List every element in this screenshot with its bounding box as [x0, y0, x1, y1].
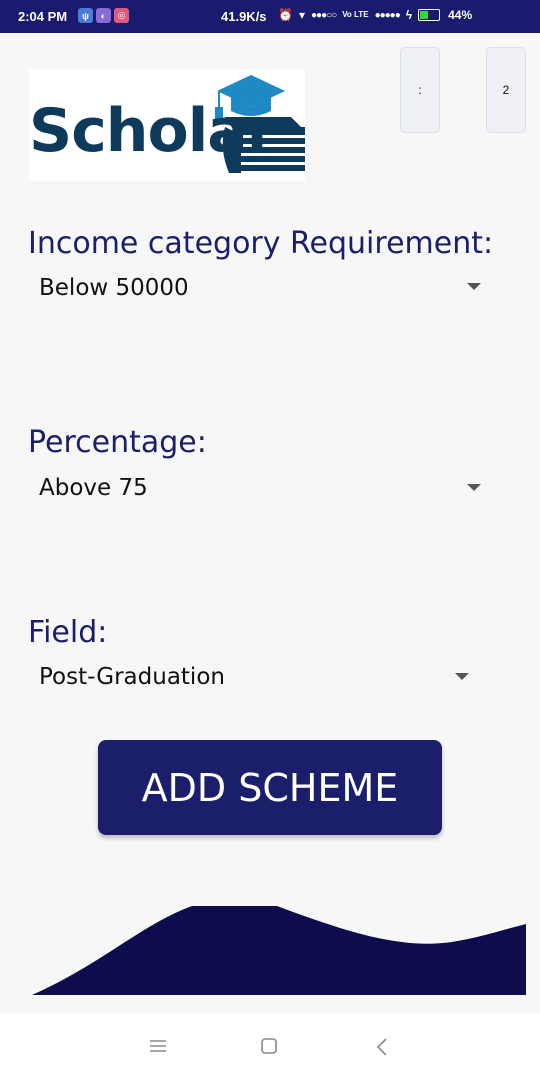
income-dropdown-chevron-down-icon[interactable]: [467, 283, 481, 290]
home-square-icon[interactable]: [261, 1038, 277, 1059]
charging-icon: ϟ: [405, 8, 413, 22]
percentage-value: Above 75: [39, 475, 148, 501]
status-right-icons: ⏰ ▾ ●●●○○ Vo LTE ●●●●● ϟ 44%: [278, 8, 472, 22]
system-navigation-bar: [0, 1014, 540, 1080]
field-dropdown-chevron-down-icon[interactable]: [455, 673, 469, 680]
percentage-dropdown-chevron-down-icon[interactable]: [467, 484, 481, 491]
signal-strength-icon: ●●●○○: [310, 9, 337, 21]
menu-icon[interactable]: [150, 1038, 166, 1059]
notification-camera-icon: ◎: [114, 8, 129, 23]
income-category-value: Below 50000: [39, 275, 189, 301]
income-category-dropdown[interactable]: Below 50000: [39, 268, 484, 308]
add-scheme-button[interactable]: ADD SCHEME: [98, 740, 442, 835]
field-label: Field:: [28, 615, 108, 650]
percentage-label: Percentage:: [28, 425, 207, 460]
alarm-icon: ⏰: [278, 8, 293, 22]
top-right-box-1[interactable]: :: [400, 47, 440, 133]
notification-viber-icon: ◐: [96, 8, 111, 23]
status-bar: 2:04 PM ψ ◐ ◎ 41.9K/s ⏰ ▾ ●●●○○ Vo LTE ●…: [0, 0, 540, 33]
top-right-box-2[interactable]: 2: [486, 47, 526, 133]
status-time: 2:04 PM: [18, 9, 68, 24]
status-notification-icons: ψ ◐ ◎: [78, 8, 129, 23]
back-chevron-left-icon[interactable]: [376, 1038, 388, 1061]
notification-app-icon: ψ: [78, 8, 93, 23]
battery-percent: 44%: [448, 8, 473, 22]
field-dropdown[interactable]: Post-Graduation: [39, 657, 469, 697]
top-right-box-2-text: 2: [502, 83, 510, 97]
income-category-label: Income category Requirement:: [28, 226, 494, 261]
network-speed: 41.9K/s: [221, 9, 267, 24]
wifi-icon: ▾: [298, 8, 305, 22]
scholar-logo: Scholar: [29, 69, 305, 181]
signal-strength-icon-2: ●●●●●: [374, 9, 401, 21]
top-right-box-1-text: :: [418, 83, 422, 97]
percentage-dropdown[interactable]: Above 75: [39, 468, 484, 508]
battery-fill: [420, 11, 429, 19]
logo-wordmark: Scholar: [29, 96, 276, 166]
field-value: Post-Graduation: [39, 664, 225, 690]
decorative-wave: [32, 906, 526, 995]
volte-badge: Vo LTE: [342, 10, 369, 19]
battery-icon: [418, 9, 441, 21]
